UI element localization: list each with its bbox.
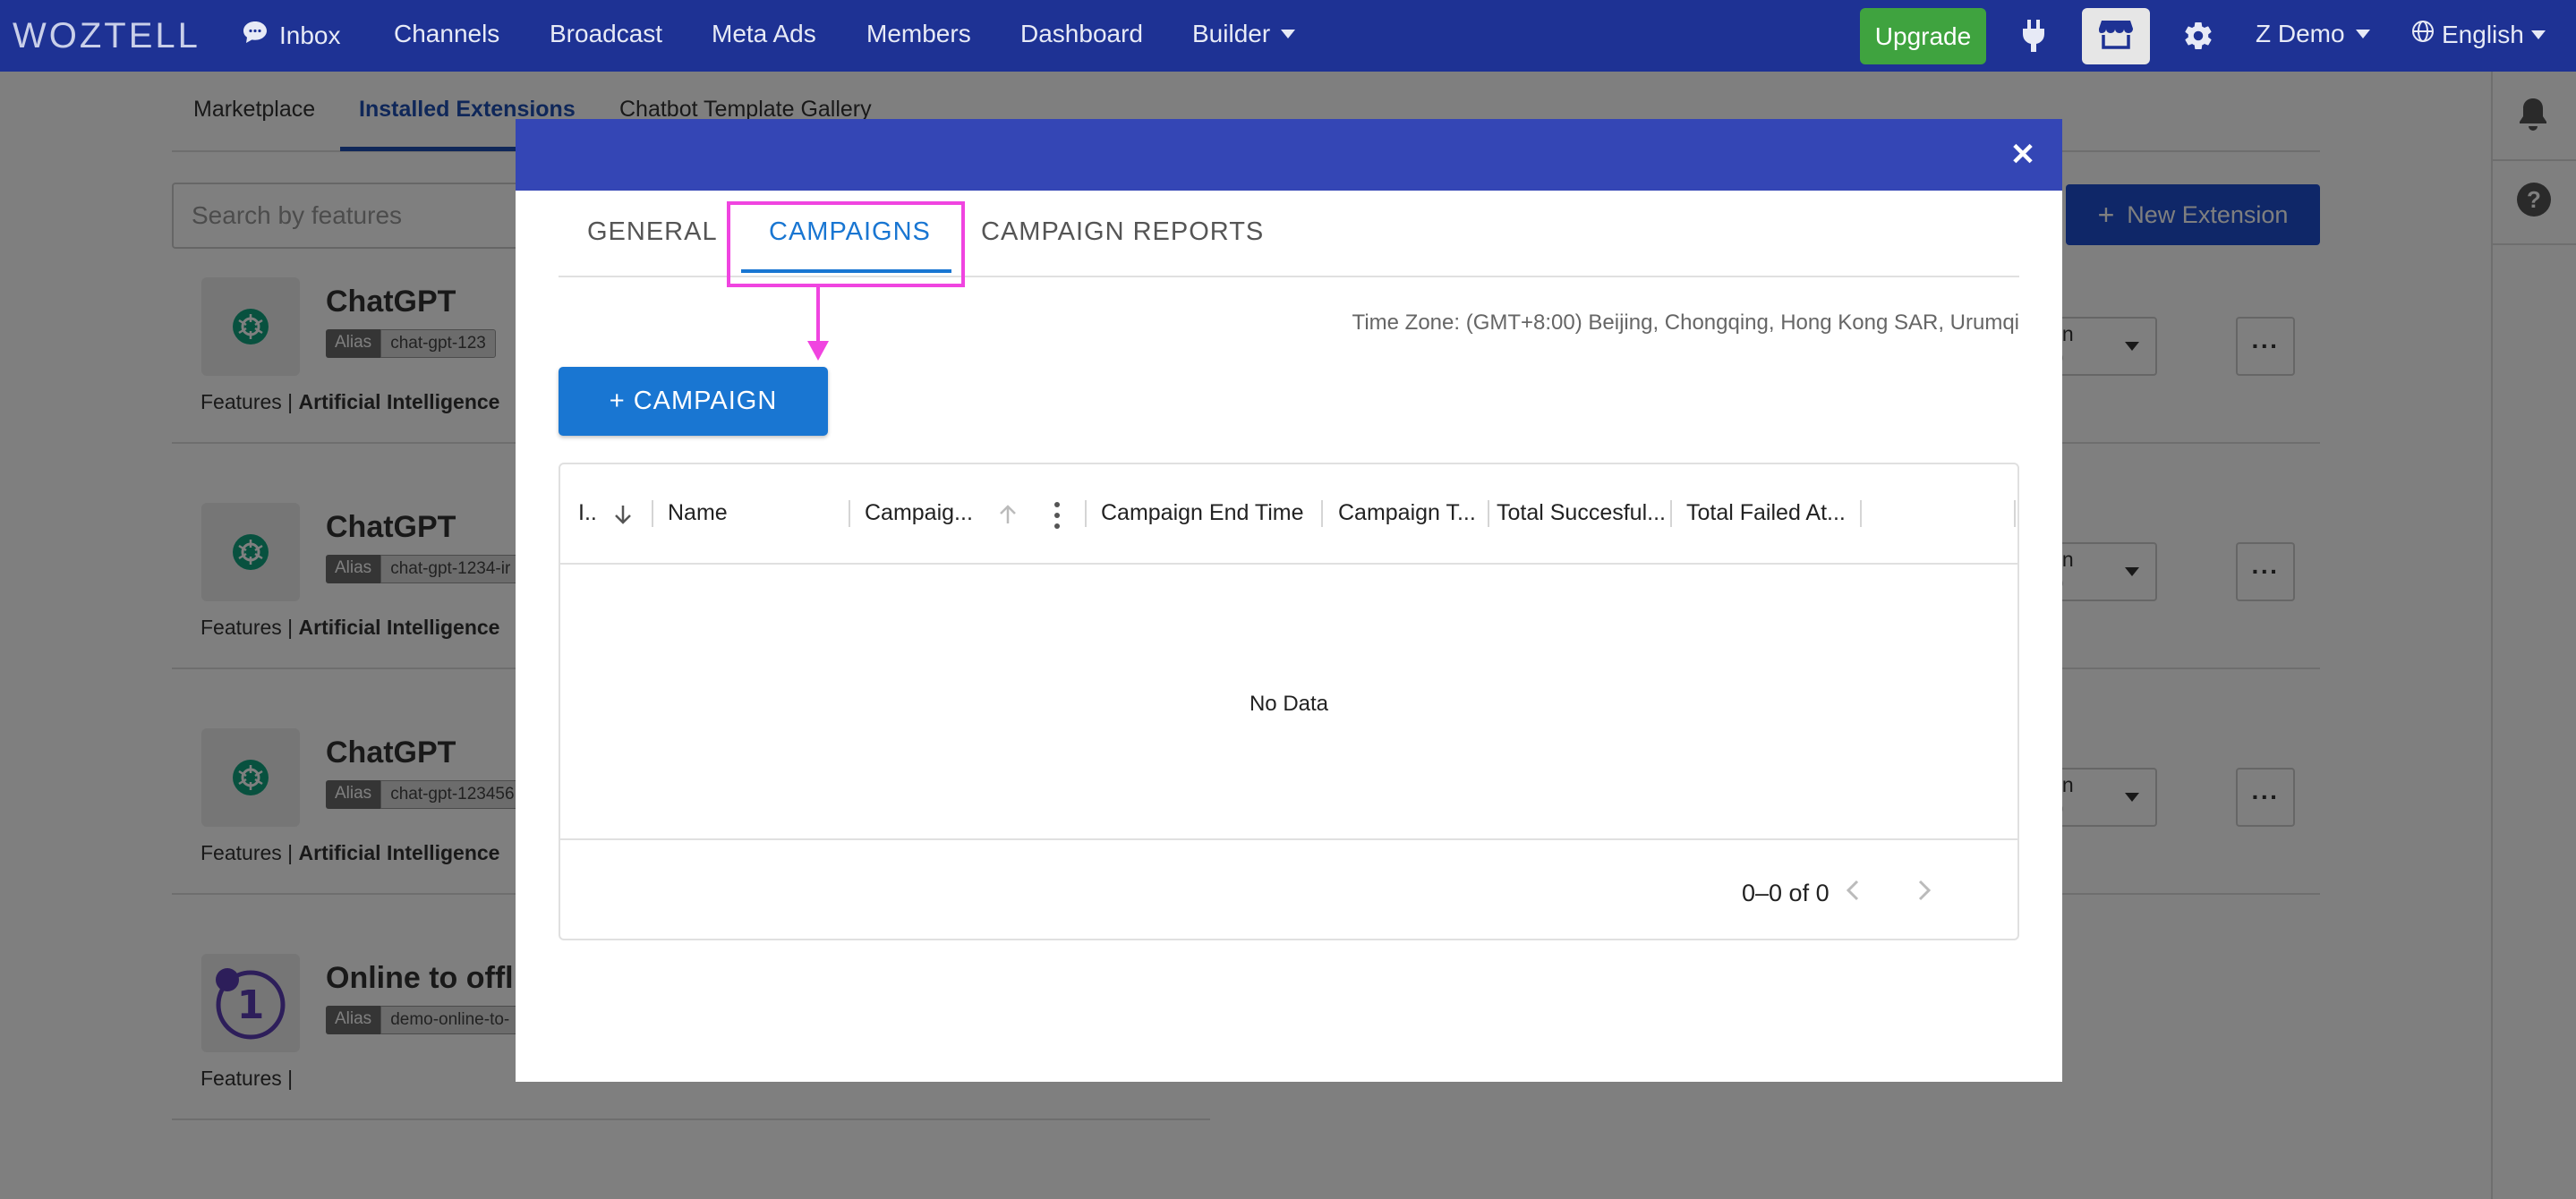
- column-header-total-failed[interactable]: Total Failed At...: [1686, 500, 1846, 526]
- chevron-down-icon: [2530, 30, 2546, 39]
- annotation-highlight-box: [727, 201, 965, 287]
- column-separator[interactable]: [1670, 500, 1672, 527]
- globe-icon: [2411, 20, 2435, 49]
- nav-broadcast[interactable]: Broadcast: [550, 20, 662, 48]
- tab-general[interactable]: GENERAL: [587, 217, 718, 247]
- close-icon[interactable]: ✕: [2005, 137, 2041, 173]
- timezone-label: Time Zone: (GMT+8:00) Beijing, Chongqing…: [1352, 310, 2019, 335]
- empty-state-text: No Data: [1249, 692, 1329, 716]
- column-header-total-successful[interactable]: Total Succesful...: [1497, 500, 1666, 526]
- upgrade-button[interactable]: Upgrade: [1860, 8, 1986, 64]
- column-separator[interactable]: [1085, 500, 1087, 527]
- chevron-down-icon: [1281, 30, 1296, 38]
- nav-members[interactable]: Members: [866, 20, 971, 48]
- chevron-right-icon[interactable]: [1908, 874, 1941, 906]
- column-separator[interactable]: [652, 500, 653, 527]
- add-campaign-button[interactable]: + CAMPAIGN: [559, 367, 828, 436]
- arrow-down-icon: [807, 341, 829, 361]
- column-header-campaign-type[interactable]: Campaign T...: [1338, 500, 1476, 526]
- plug-icon[interactable]: [2016, 18, 2051, 54]
- tab-campaign-reports[interactable]: CAMPAIGN REPORTS: [981, 217, 1264, 247]
- account-menu[interactable]: Z Demo: [2256, 20, 2370, 48]
- nav-inbox-label: Inbox: [279, 21, 341, 49]
- table-footer-divider: [560, 838, 2017, 840]
- arrow-up-icon[interactable]: [995, 502, 1020, 527]
- language-label: English: [2442, 20, 2524, 48]
- table-header: I.. Name Campaig... Campaign End Time Ca…: [560, 464, 2017, 565]
- nav-dashboard[interactable]: Dashboard: [1020, 20, 1143, 48]
- column-header-id[interactable]: I..: [578, 500, 597, 526]
- column-separator[interactable]: [1488, 500, 1489, 527]
- chevron-left-icon[interactable]: [1837, 874, 1869, 906]
- nav-builder[interactable]: Builder: [1192, 20, 1296, 48]
- column-separator[interactable]: [1860, 500, 1862, 527]
- language-menu[interactable]: English: [2411, 20, 2546, 49]
- column-header-campaign-start[interactable]: Campaig...: [865, 500, 973, 526]
- chevron-down-icon: [2355, 30, 2370, 38]
- nav-channels[interactable]: Channels: [394, 20, 499, 48]
- top-navbar: WOZTELL Inbox Channels Broadcast Meta Ad…: [0, 0, 2576, 72]
- annotation-arrow: [816, 287, 820, 343]
- column-header-campaign-end-time[interactable]: Campaign End Time: [1101, 500, 1304, 526]
- gear-icon[interactable]: [2180, 18, 2216, 54]
- chat-bubble-icon: [242, 20, 269, 51]
- extension-config-modal: ✕ GENERAL CAMPAIGNS CAMPAIGN REPORTS Tim…: [516, 119, 2062, 1082]
- nav-builder-label: Builder: [1192, 20, 1271, 47]
- store-button[interactable]: [2082, 8, 2150, 64]
- campaigns-table: I.. Name Campaig... Campaign End Time Ca…: [559, 463, 2019, 940]
- column-separator[interactable]: [849, 500, 850, 527]
- nav-inbox[interactable]: Inbox: [242, 20, 341, 51]
- account-label: Z Demo: [2256, 20, 2345, 47]
- column-separator[interactable]: [1321, 500, 1323, 527]
- woztell-logo[interactable]: WOZTELL: [13, 16, 200, 56]
- store-icon: [2099, 19, 2133, 54]
- column-menu-icon[interactable]: [1053, 502, 1062, 529]
- column-separator[interactable]: [2014, 500, 2016, 527]
- column-header-name[interactable]: Name: [668, 500, 728, 526]
- modal-header: ✕: [516, 119, 2062, 191]
- pagination-range: 0–0 of 0: [1742, 880, 1830, 906]
- nav-meta-ads[interactable]: Meta Ads: [712, 20, 816, 48]
- arrow-down-icon[interactable]: [610, 502, 635, 527]
